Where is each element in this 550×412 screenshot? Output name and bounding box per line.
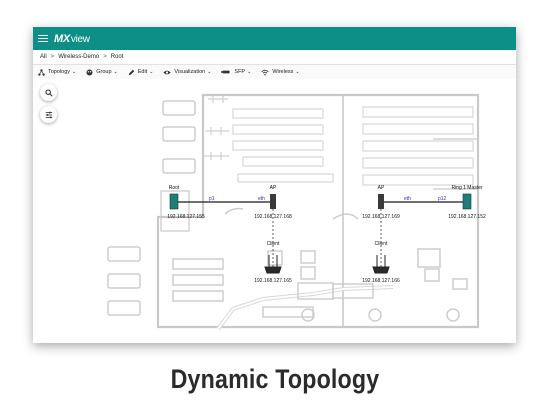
floor-plan — [107, 93, 480, 331]
device-ip: 192.168.127.155 — [167, 214, 205, 220]
device-title: Ring 1 Master — [451, 185, 482, 191]
device-title: Client — [375, 241, 388, 247]
app-bar: MXview — [33, 27, 516, 50]
chevron-down-icon: ⌄ — [247, 69, 252, 75]
link-label-eth: eth — [404, 196, 411, 202]
caption-title: Dynamic Topology — [170, 364, 380, 394]
wireless-label: Wireless — [272, 69, 294, 75]
wireless-menu[interactable]: Wireless ⌄ — [261, 69, 300, 76]
breadcrumb-separator: > — [50, 54, 55, 60]
toolbar: Topology ⌄ Group ⌄ Edit ⌄ Visualization ⌄ SF… — [33, 65, 516, 80]
device-title: Root — [169, 185, 180, 191]
device-title: AP — [270, 185, 277, 191]
device-ip: 192.168.127.165 — [254, 278, 292, 284]
device-title: AP — [378, 185, 385, 191]
device-ip: 192.168.127.166 — [362, 278, 400, 284]
topology-icon — [38, 68, 45, 76]
chevron-down-icon: ⌄ — [295, 69, 300, 75]
filter-button[interactable] — [40, 106, 57, 123]
breadcrumb-wireless-demo[interactable]: Wireless-Demo — [58, 54, 99, 60]
chevron-down-icon: ⌄ — [207, 69, 212, 75]
hamburger-menu-icon[interactable] — [38, 34, 48, 43]
app-logo: MXview — [54, 33, 90, 45]
sfp-icon — [221, 70, 230, 74]
group-icon — [86, 68, 93, 76]
breadcrumb: All > Wireless-Demo > Root — [33, 50, 516, 65]
link-label-eth: eth — [258, 196, 265, 202]
edit-label: Edit — [137, 69, 148, 75]
access-point-icon — [270, 194, 276, 209]
logo-mx: MX — [54, 32, 70, 45]
device-title: Client — [267, 241, 280, 247]
app-window: MXview All > Wireless-Demo > Root Topolo… — [33, 27, 516, 343]
visualization-label: Visualization — [174, 69, 206, 75]
group-label: Group — [96, 69, 112, 75]
filter-sliders-icon — [45, 111, 52, 118]
sfp-menu[interactable]: SFP ⌄ — [221, 69, 251, 75]
link-label-p12: p12 — [438, 196, 447, 202]
switch-icon — [462, 193, 472, 210]
link-label-p1: p1 — [209, 196, 215, 202]
logo-view: view — [70, 33, 90, 45]
eye-icon — [163, 70, 172, 74]
access-point-icon — [378, 194, 384, 209]
wifi-icon — [261, 69, 269, 75]
visualization-menu[interactable]: Visualization ⌄ — [163, 69, 211, 76]
chevron-down-icon: ⌄ — [72, 69, 77, 75]
edit-menu[interactable]: Edit ⌄ — [128, 69, 154, 76]
topology-canvas[interactable]: p1 eth eth p12 Root 192.168.127.155 AP 1… — [33, 79, 516, 343]
topology-label: Topology — [48, 69, 71, 75]
device-ip: 192.168.127.169 — [362, 214, 400, 220]
pencil-icon — [128, 69, 135, 75]
sfp-label: SFP — [234, 69, 246, 75]
device-ip: 192.168.127.168 — [254, 214, 292, 220]
search-icon — [44, 88, 53, 97]
chevron-down-icon: ⌄ — [113, 69, 118, 75]
chevron-down-icon: ⌄ — [149, 69, 154, 75]
breadcrumb-separator: > — [103, 54, 107, 60]
search-button[interactable] — [40, 84, 57, 101]
switch-icon — [169, 193, 179, 210]
topology-map: p1 eth eth p12 Root 192.168.127.155 AP 1… — [107, 93, 486, 331]
topology-menu[interactable]: Topology ⌄ — [38, 68, 77, 76]
breadcrumb-all[interactable]: All — [40, 54, 47, 60]
group-menu[interactable]: Group ⌄ — [86, 68, 118, 76]
device-ip: 192.168.127.152 — [448, 214, 486, 220]
breadcrumb-root[interactable]: Root — [111, 54, 124, 60]
